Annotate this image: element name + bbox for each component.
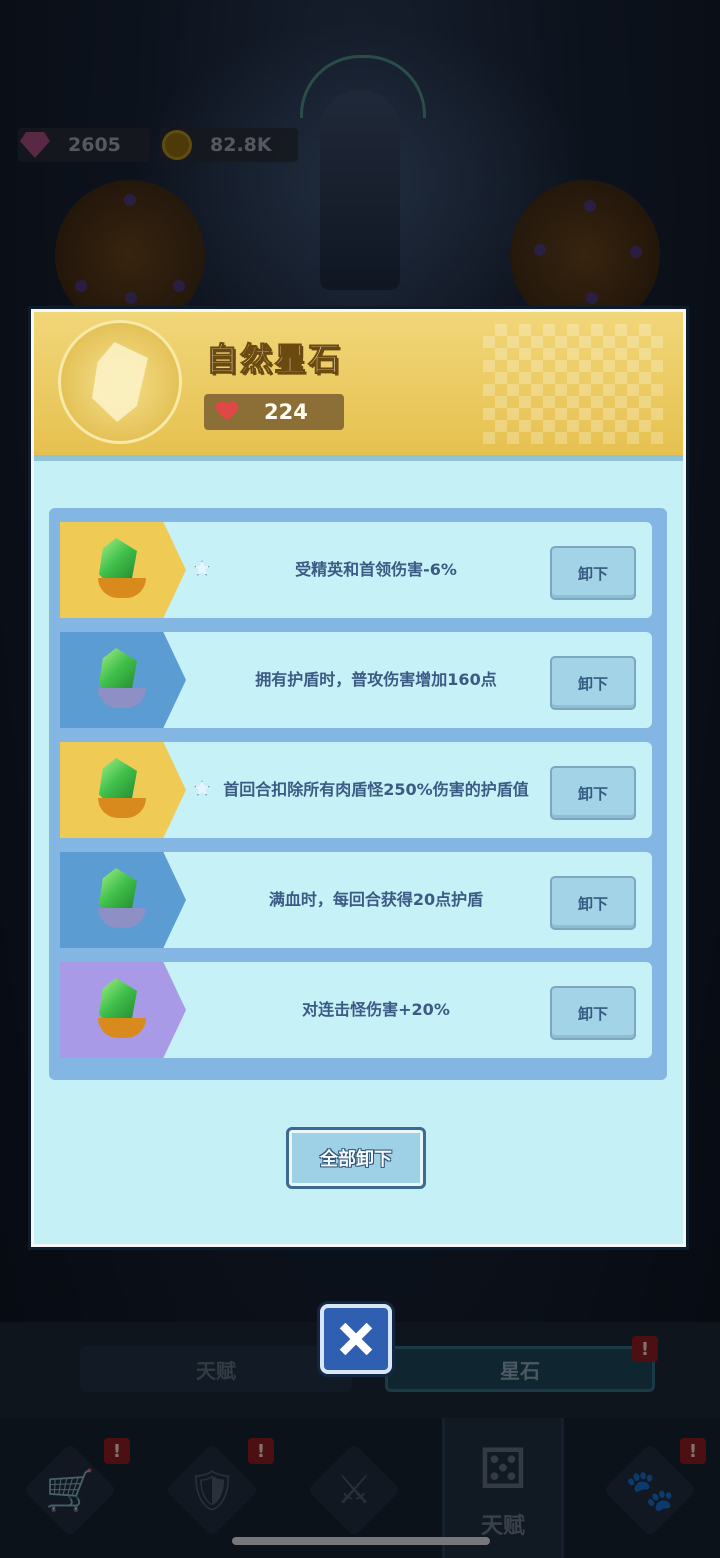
- unequip-button[interactable]: 卸下: [550, 986, 636, 1040]
- gem-base: [98, 798, 146, 818]
- header-pattern: [483, 324, 663, 444]
- stone-row: 首回合扣除所有肉盾怪250%伤害的护盾值 卸下: [60, 742, 652, 838]
- stone-effect: 满血时，每回合获得20点护盾: [268, 890, 484, 909]
- stone-list: 受精英和首领伤害-6% 卸下 拥有护盾时，普攻伤害增加160点 卸下 首回合扣除…: [49, 508, 667, 1080]
- stone-row: 满血时，每回合获得20点护盾 卸下: [60, 852, 652, 948]
- hp-indicator: 224: [204, 394, 344, 430]
- stone-row: 受精英和首领伤害-6% 卸下: [60, 522, 652, 618]
- star-stone-modal: 自然星石 224 受精英和首领伤害-6% 卸下 拥有护盾时，普攻伤害增加160点…: [31, 309, 686, 1247]
- stone-effect: 拥有护盾时，普攻伤害增加160点: [255, 670, 497, 689]
- heart-icon: [216, 402, 238, 422]
- stone-slot[interactable]: [60, 852, 186, 948]
- modal-header: 自然星石 224: [34, 312, 683, 461]
- stone-row: 对连击怪伤害+20% 卸下: [60, 962, 652, 1058]
- stone-effect: 受精英和首领伤害-6%: [295, 560, 457, 579]
- stone-effect: 首回合扣除所有肉盾怪250%伤害的护盾值: [223, 780, 529, 799]
- nature-emblem-icon: [58, 320, 182, 444]
- stone-slot[interactable]: [60, 522, 186, 618]
- unequip-button[interactable]: 卸下: [550, 766, 636, 820]
- hp-value: 224: [264, 400, 308, 424]
- gem-base: [98, 578, 146, 598]
- gem-base: [98, 688, 146, 708]
- stone-slot[interactable]: [60, 742, 186, 838]
- unequip-button[interactable]: 卸下: [550, 656, 636, 710]
- stone-slot[interactable]: [60, 632, 186, 728]
- stone-effect: 对连击怪伤害+20%: [302, 1000, 450, 1019]
- unequip-button[interactable]: 卸下: [550, 876, 636, 930]
- close-icon: [339, 1322, 373, 1356]
- stone-row: 拥有护盾时，普攻伤害增加160点 卸下: [60, 632, 652, 728]
- modal-title: 自然星石: [205, 340, 343, 379]
- gem-base: [98, 1018, 146, 1038]
- close-button[interactable]: [320, 1304, 392, 1374]
- unequip-all-button[interactable]: 全部卸下: [286, 1127, 426, 1189]
- stone-slot[interactable]: [60, 962, 186, 1058]
- gem-base: [98, 908, 146, 928]
- unequip-button[interactable]: 卸下: [550, 546, 636, 600]
